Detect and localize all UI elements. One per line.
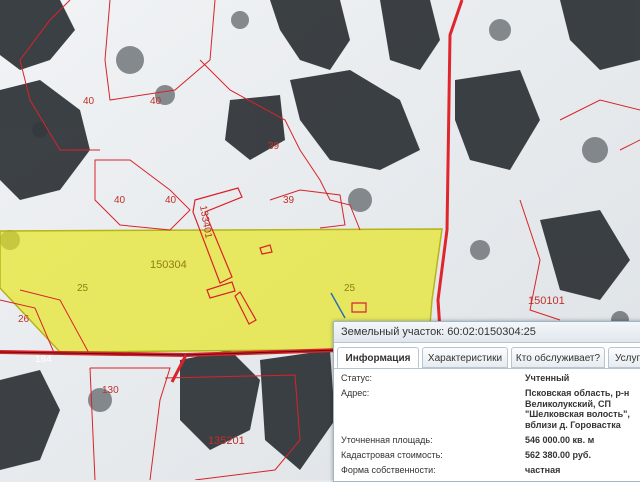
property-key: Кадастровая стоимость: <box>341 450 443 460</box>
tab-divider <box>334 368 640 369</box>
label-150101: 150101 <box>528 295 565 307</box>
label-39-a: 39 <box>268 141 280 152</box>
label-150304: 150304 <box>150 259 187 271</box>
label-40-b: 40 <box>150 96 162 107</box>
label-26: 26 <box>18 314 30 325</box>
label-40-c: 40 <box>114 195 126 206</box>
property-status: Статус: Учтенный <box>341 373 640 388</box>
property-value: 546 000.00 кв. м <box>525 435 595 445</box>
property-value: частная <box>525 465 561 475</box>
tab-characteristics[interactable]: Характеристики <box>422 347 508 368</box>
label-25-b: 25 <box>344 283 356 294</box>
label-40-d: 40 <box>165 195 177 206</box>
label-130: 130 <box>102 385 119 396</box>
address-line: вблизи д. Горовастка <box>525 419 621 430</box>
property-key: Форма собственности: <box>341 465 436 475</box>
property-area: Уточненная площадь: 546 000.00 кв. м <box>341 435 640 450</box>
address-line: Псковская область, р-н <box>525 388 630 398</box>
parcel-info-popup: Земельный участок: 60:02:0150304:25 Инфо… <box>333 321 640 482</box>
label-135201: 135201 <box>208 435 245 447</box>
address-line: "Шелковская волость", <box>525 409 630 419</box>
label-184: 184 <box>35 354 52 365</box>
property-cadastral-value: Кадастровая стоимость: 562 380.00 руб. <box>341 450 640 465</box>
property-key: Статус: <box>341 373 372 383</box>
label-25-a: 25 <box>77 283 89 294</box>
property-ownership: Форма собственности: частная <box>341 465 640 480</box>
property-value: Псковская область, р-н Великолукский, СП… <box>525 388 630 430</box>
property-value: 562 380.00 руб. <box>525 450 591 460</box>
property-key: Адрес: <box>341 388 370 398</box>
property-value: Учтенный <box>525 373 570 383</box>
tab-who-serves[interactable]: Кто обслуживает? <box>511 347 605 368</box>
property-address: Адрес: Псковская область, р-н Великолукс… <box>341 388 640 435</box>
address-line: Великолукский, СП <box>525 398 611 409</box>
properties-list: Статус: Учтенный Адрес: Псковская област… <box>341 373 640 480</box>
tab-information[interactable]: Информация <box>337 347 419 368</box>
tab-services[interactable]: Услуги <box>608 347 640 368</box>
label-39-b: 39 <box>283 195 295 206</box>
property-key: Уточненная площадь: <box>341 435 433 445</box>
popup-title: Земельный участок: 60:02:0150304:25 <box>334 322 640 343</box>
label-40-a: 40 <box>83 96 95 107</box>
